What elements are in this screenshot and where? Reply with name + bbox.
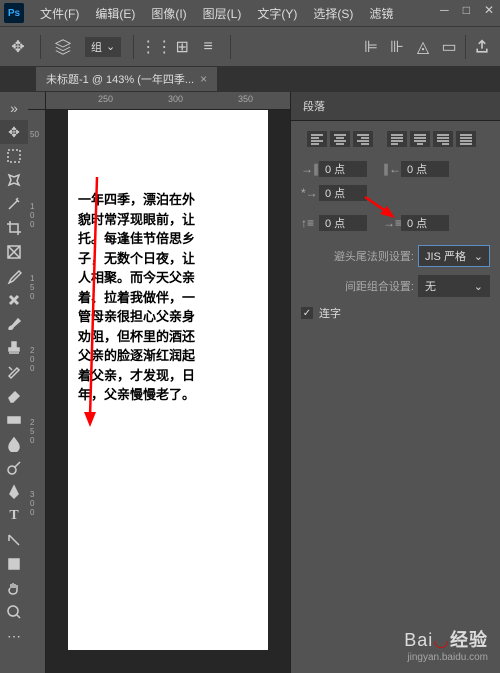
eraser-tool[interactable] [0,384,28,408]
heal-tool[interactable] [0,288,28,312]
menu-filter[interactable]: 滤镜 [361,5,401,22]
group-dropdown[interactable]: 组⌄ [85,37,121,57]
wand-tool[interactable] [0,192,28,216]
hand-tool[interactable] [0,576,28,600]
align-right-button[interactable] [353,131,373,147]
distribute-icon-2[interactable]: ⊪ [387,37,407,57]
path-tool[interactable] [0,528,28,552]
tools-panel: » ✥ T ⋯ [0,92,28,673]
pen-tool[interactable] [0,480,28,504]
stamp-tool[interactable] [0,336,28,360]
align-icon-3[interactable]: ≡ [198,37,218,57]
ligature-checkbox[interactable]: ✓ [301,307,313,319]
align-icon-2[interactable]: ⊞ [172,37,192,57]
menu-file[interactable]: 文件(F) [32,5,87,22]
watermark: Bai◡经验 jingyan.baidu.com [404,626,488,663]
justify-right-button[interactable] [433,131,453,147]
tool-expand[interactable]: » [0,96,28,120]
share-icon[interactable] [472,37,492,57]
canvas[interactable]: 250 300 350 50 100 150 200 250 300 一年四季，… [28,92,290,673]
move-tool-icon[interactable]: ✥ [8,37,28,57]
shape-tool[interactable] [0,552,28,576]
ligature-label: 连字 [319,305,341,321]
options-bar: ✥ 组⌄ ⋮⋮ ⊞ ≡ ⊫ ⊪ ◬ ▭ [0,26,500,66]
tool-more[interactable]: ⋯ [0,624,28,648]
menu-image[interactable]: 图像(I) [143,5,194,22]
brush-tool[interactable] [0,312,28,336]
kinsoku-select[interactable]: JIS 严格⌄ [418,245,490,267]
indent-right-input[interactable] [401,161,449,177]
layers-icon[interactable] [53,37,73,57]
minimize-icon[interactable]: ─ [440,3,449,17]
frame-tool[interactable] [0,240,28,264]
mojikumi-select[interactable]: 无⌄ [418,275,490,297]
history-brush-tool[interactable] [0,360,28,384]
indent-right-icon: ∥← [383,162,397,176]
kinsoku-label: 避头尾法则设置: [334,248,414,264]
annotation-arrow-2 [360,192,400,222]
app-logo: Ps [4,3,24,23]
menubar: Ps 文件(F) 编辑(E) 图像(I) 图层(L) 文字(Y) 选择(S) 滤… [0,0,500,26]
align-left-button[interactable] [307,131,327,147]
chevron-down-icon: ⌄ [474,250,483,263]
ruler-horizontal: 250 300 350 [46,92,290,110]
3d-icon[interactable]: ◬ [413,37,433,57]
document-tabs: 未标题-1 @ 143% (一年四季... × [0,66,500,92]
move-tool[interactable]: ✥ [0,120,28,144]
panel-tab-paragraph[interactable]: 段落 [291,92,500,121]
justify-left-button[interactable] [387,131,407,147]
indent-left-input[interactable] [319,161,367,177]
justify-center-button[interactable] [410,131,430,147]
gradient-tool[interactable] [0,408,28,432]
menu-select[interactable]: 选择(S) [305,5,361,22]
space-before-icon: ↑≡ [301,216,315,230]
indent-left-icon: →∥ [301,162,315,176]
zoom-tool[interactable] [0,600,28,624]
first-line-indent-icon: *→ [301,186,315,200]
chevron-down-icon: ⌄ [106,40,115,53]
window-controls: ─ □ ✕ [440,3,494,17]
annotation-arrow [82,172,112,432]
type-tool[interactable]: T [0,504,28,528]
maximize-icon[interactable]: □ [463,3,470,17]
justify-all-button[interactable] [456,131,476,147]
ruler-vertical: 50 100 150 200 250 300 [28,110,46,673]
tab-close-icon[interactable]: × [200,72,207,86]
menu-edit[interactable]: 编辑(E) [87,5,143,22]
marquee-tool[interactable] [0,144,28,168]
align-icon-1[interactable]: ⋮⋮ [146,37,166,57]
dodge-tool[interactable] [0,456,28,480]
arrange-icon[interactable]: ▭ [439,37,459,57]
menu-type[interactable]: 文字(Y) [249,5,305,22]
crop-tool[interactable] [0,216,28,240]
blur-tool[interactable] [0,432,28,456]
space-after-input[interactable] [401,215,449,231]
menu-layer[interactable]: 图层(L) [195,5,250,22]
document-tab[interactable]: 未标题-1 @ 143% (一年四季... × [36,67,217,91]
chevron-down-icon: ⌄ [474,280,483,293]
eyedropper-tool[interactable] [0,264,28,288]
lasso-tool[interactable] [0,168,28,192]
paragraph-panel: 段落 →∥ ∥← *→ [290,92,500,673]
distribute-icon-1[interactable]: ⊫ [361,37,381,57]
mojikumi-label: 间距组合设置: [345,278,414,294]
align-center-button[interactable] [330,131,350,147]
close-icon[interactable]: ✕ [484,3,494,17]
